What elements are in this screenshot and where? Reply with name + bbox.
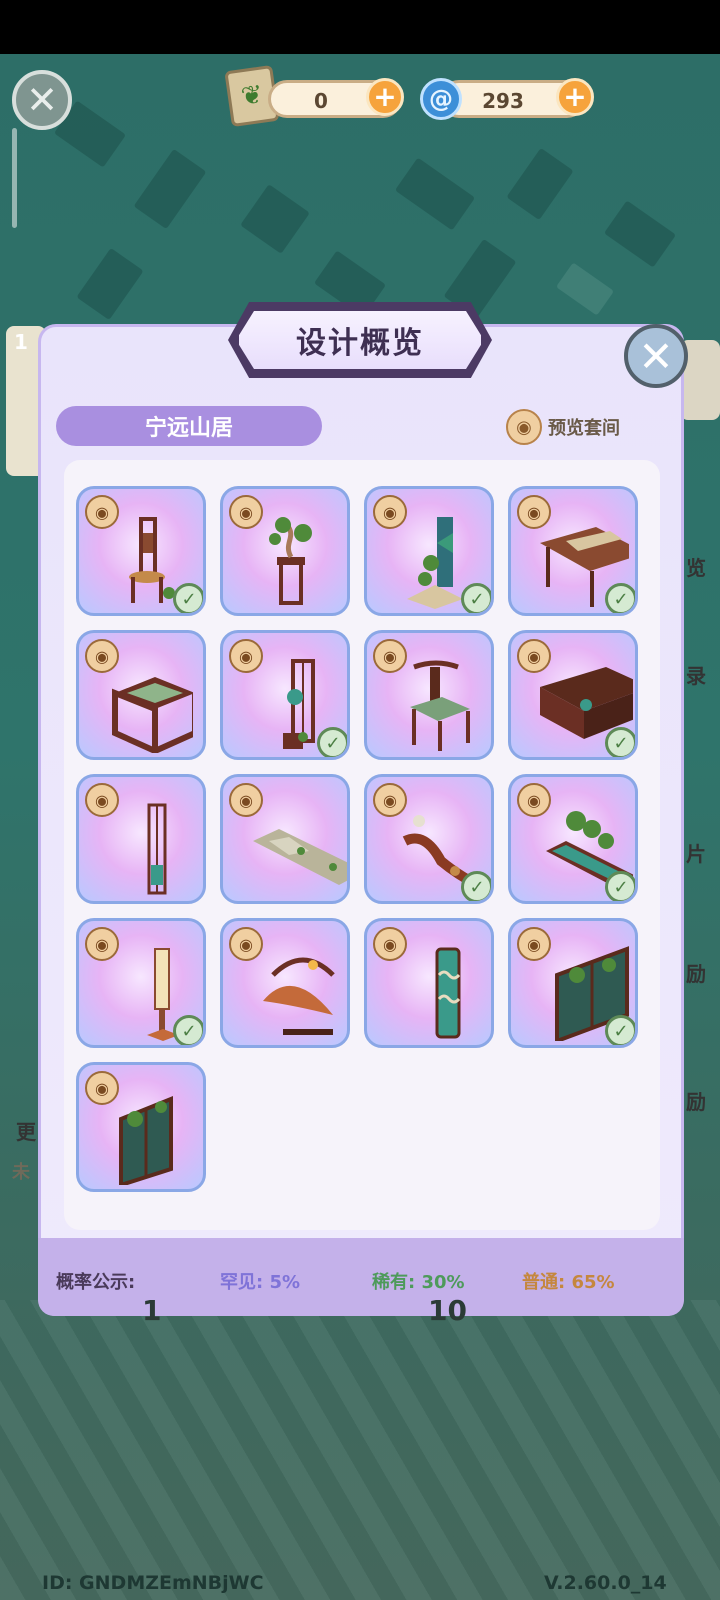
furniture-tile[interactable]: ◉ ✓ [508,918,638,1048]
uncommon-rate: 稀有: 30% [372,1272,465,1293]
furniture-tile[interactable]: ◉ ✓ [364,774,494,904]
owned-check-icon: ✓ [605,1015,635,1045]
draw-ten-count: 10 [428,1294,467,1327]
furniture-tile[interactable]: ◉ ✓ [508,486,638,616]
furniture-tile[interactable]: ◉ [220,486,350,616]
side-table-icon [112,677,193,753]
furniture-tile[interactable]: ◉ ✓ [508,630,638,760]
owned-check-icon: ✓ [461,583,491,613]
leaf-currency-value: 0 [314,89,328,113]
add-leaf-button[interactable]: + [366,78,404,116]
player-id: ID: GNDMZEmNBjWC [42,1572,264,1594]
exit-button[interactable]: ✕ [12,70,72,130]
background-label: 片 [686,842,706,866]
preview-room-label: 预览套间 [548,418,620,439]
furniture-tile[interactable]: ◉ ✓ [364,486,494,616]
probability-label: 概率公示: [56,1272,136,1293]
background-label: 更 [16,1120,36,1144]
background-label: 录 [686,664,706,688]
armchair-icon [410,660,470,751]
close-dialog-button[interactable]: ✕ [624,324,688,388]
furniture-tile[interactable]: ◉ [76,774,206,904]
title-banner: 设计概览 [236,308,484,372]
background-label: 未 [12,1162,30,1183]
background-badge: 1 [14,330,28,354]
status-bar [0,0,720,54]
furniture-tile[interactable]: ◉ ✓ [76,486,206,616]
scrollbar [12,128,17,228]
version-label: V.2.60.0_14 [544,1572,667,1594]
furniture-tile[interactable]: ◉ ✓ [76,918,206,1048]
furniture-tile[interactable]: ◉ [220,918,350,1048]
dialog-title: 设计概览 [296,326,424,361]
owned-check-icon: ✓ [461,871,491,901]
set-name-pill: 宁远山居 [56,406,322,446]
furniture-tile[interactable]: ◉ [220,774,350,904]
eye-icon: ◉ [506,409,542,445]
add-swirl-button[interactable]: + [556,78,594,116]
furniture-tile[interactable]: ◉ [364,918,494,1048]
narrow-screen-icon [147,803,167,895]
items-grid: ◉ ✓ ◉ ◉ ✓ ◉ ✓ ◉ ◉ ✓ ◉ ◉ ✓ ◉ ◉ ◉ ✓ ◉ ✓ ◉ … [64,460,660,1230]
owned-check-icon: ✓ [173,1015,203,1045]
furniture-tile[interactable]: ◉ [364,630,494,760]
common-rate: 普通: 65% [522,1272,615,1293]
leaf-sculpture-icon [263,957,335,1035]
preview-room-button[interactable]: ◉ 预览套间 [506,408,620,446]
bonsai-icon [269,517,312,605]
furniture-tile[interactable]: ◉ ✓ [220,630,350,760]
corner-window-icon [119,1096,173,1185]
background-label: 励 [686,962,706,986]
background-label: 览 [686,556,706,580]
wave-panel-icon [435,947,461,1039]
swirl-currency-value: 293 [482,89,524,113]
background-label: 励 [686,1090,706,1114]
owned-check-icon: ✓ [605,727,635,757]
furniture-tile[interactable]: ◉ [76,1062,206,1192]
rare-rate: 罕见: 5% [220,1272,301,1293]
owned-check-icon: ✓ [605,871,635,901]
furniture-tile[interactable]: ◉ [76,630,206,760]
owned-check-icon: ✓ [317,727,347,757]
rug-icon [253,829,347,885]
owned-check-icon: ✓ [605,583,635,613]
draw-one-count: 1 [142,1294,162,1327]
owned-check-icon: ✓ [173,583,203,613]
furniture-tile[interactable]: ◉ ✓ [508,774,638,904]
swirl-icon: @ [420,78,462,120]
